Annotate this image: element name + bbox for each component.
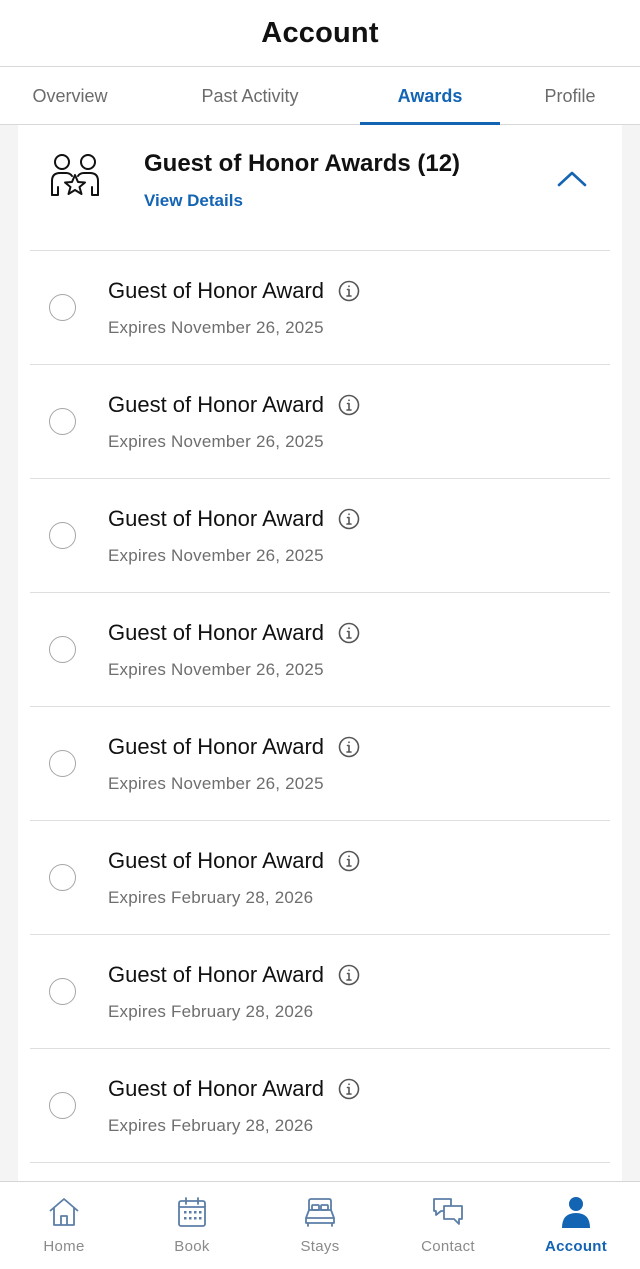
nav-book-label: Book	[174, 1238, 210, 1255]
award-title-row: Guest of Honor Award	[108, 278, 360, 304]
nav-home-label: Home	[43, 1238, 85, 1255]
award-row-partial[interactable]	[30, 1162, 610, 1181]
award-expiry: Expires November 26, 2025	[108, 774, 324, 793]
nav-stays-label: Stays	[300, 1238, 340, 1255]
bed-icon	[305, 1198, 335, 1227]
award-row[interactable]: Guest of Honor Award Expires February 28…	[30, 820, 610, 934]
nav-stays[interactable]: Stays	[256, 1182, 384, 1269]
account-tabs: Overview Past Activity Awards Profile	[0, 66, 640, 125]
award-title: Guest of Honor Award	[108, 848, 325, 873]
award-row[interactable]: Guest of Honor Award Expires November 26…	[30, 478, 610, 592]
award-title: Guest of Honor Award	[108, 962, 325, 987]
award-select-radio[interactable]	[49, 864, 76, 891]
home-icon	[49, 1198, 79, 1226]
info-icon[interactable]	[338, 964, 360, 986]
award-select-radio[interactable]	[49, 408, 76, 435]
tab-awards[interactable]: Awards	[360, 67, 500, 125]
info-icon[interactable]	[338, 394, 360, 416]
award-select-radio[interactable]	[49, 1092, 76, 1119]
award-select-radio[interactable]	[49, 294, 76, 321]
nav-book[interactable]: Book	[128, 1182, 256, 1269]
award-row[interactable]: Guest of Honor Award Expires November 26…	[30, 364, 610, 478]
award-row[interactable]: Guest of Honor Award Expires February 28…	[30, 934, 610, 1048]
award-expiry: Expires November 26, 2025	[108, 432, 324, 451]
info-icon[interactable]	[338, 1078, 360, 1100]
info-icon[interactable]	[338, 622, 360, 644]
award-expiry: Expires November 26, 2025	[108, 546, 324, 565]
award-title: Guest of Honor Award	[108, 506, 325, 531]
award-expiry: Expires February 28, 2026	[108, 1002, 314, 1021]
award-expiry: Expires February 28, 2026	[108, 1116, 314, 1135]
award-select-radio[interactable]	[49, 978, 76, 1005]
top-header: Account	[0, 0, 640, 66]
award-expiry: Expires November 26, 2025	[108, 318, 324, 337]
chevron-up-icon[interactable]	[552, 163, 592, 193]
award-row[interactable]: Guest of Honor Award Expires February 28…	[30, 1048, 610, 1162]
nav-contact[interactable]: Contact	[384, 1182, 512, 1269]
guests-star-icon	[51, 154, 99, 196]
award-row[interactable]: Guest of Honor Award Expires November 26…	[30, 250, 610, 364]
calendar-icon	[178, 1197, 206, 1227]
award-title-row: Guest of Honor Award	[108, 962, 360, 988]
nav-contact-label: Contact	[421, 1238, 475, 1255]
award-group-title: Guest of Honor Awards (12)	[144, 150, 461, 177]
award-title-row: Guest of Honor Award	[108, 848, 360, 874]
award-select-radio[interactable]	[49, 522, 76, 549]
info-icon[interactable]	[338, 280, 360, 302]
tab-overview[interactable]: Overview	[0, 67, 140, 124]
award-title: Guest of Honor Award	[108, 1076, 325, 1101]
award-title-row: Guest of Honor Award	[108, 1076, 360, 1102]
award-title-row: Guest of Honor Award	[108, 620, 360, 646]
award-expiry: Expires February 28, 2026	[108, 888, 314, 907]
nav-home[interactable]: Home	[0, 1182, 128, 1269]
award-group-header: Guest of Honor Awards (12) View Details	[18, 125, 622, 250]
award-title-row: Guest of Honor Award	[108, 506, 360, 532]
info-icon[interactable]	[338, 850, 360, 872]
content-area: Guest of Honor Awards (12) View Details …	[0, 125, 640, 1181]
award-title-row: Guest of Honor Award	[108, 392, 360, 418]
bottom-tab-bar: Home Book Stays Contact Account	[0, 1181, 640, 1269]
nav-account-label: Account	[544, 1238, 608, 1255]
award-select-radio[interactable]	[49, 750, 76, 777]
awards-card: Guest of Honor Awards (12) View Details …	[18, 125, 622, 1181]
award-title: Guest of Honor Award	[108, 392, 325, 417]
award-title-row: Guest of Honor Award	[108, 734, 360, 760]
award-row[interactable]: Guest of Honor Award Expires November 26…	[30, 592, 610, 706]
tab-profile[interactable]: Profile	[500, 67, 640, 124]
info-icon[interactable]	[338, 736, 360, 758]
award-expiry: Expires November 26, 2025	[108, 660, 324, 679]
app-screen: Account Overview Past Activity Awards Pr…	[0, 0, 640, 1269]
tab-past-activity[interactable]: Past Activity	[140, 67, 360, 124]
award-title: Guest of Honor Award	[108, 620, 325, 645]
info-icon[interactable]	[338, 508, 360, 530]
award-title: Guest of Honor Award	[108, 278, 325, 303]
chat-bubbles-icon	[433, 1198, 463, 1225]
person-icon	[562, 1197, 590, 1228]
view-details-link[interactable]: View Details	[144, 191, 243, 211]
award-title: Guest of Honor Award	[108, 734, 325, 759]
award-list: Guest of Honor Award Expires November 26…	[30, 250, 610, 1181]
page-title: Account	[261, 16, 379, 49]
award-select-radio[interactable]	[49, 636, 76, 663]
nav-account[interactable]: Account	[512, 1182, 640, 1269]
award-row[interactable]: Guest of Honor Award Expires November 26…	[30, 706, 610, 820]
